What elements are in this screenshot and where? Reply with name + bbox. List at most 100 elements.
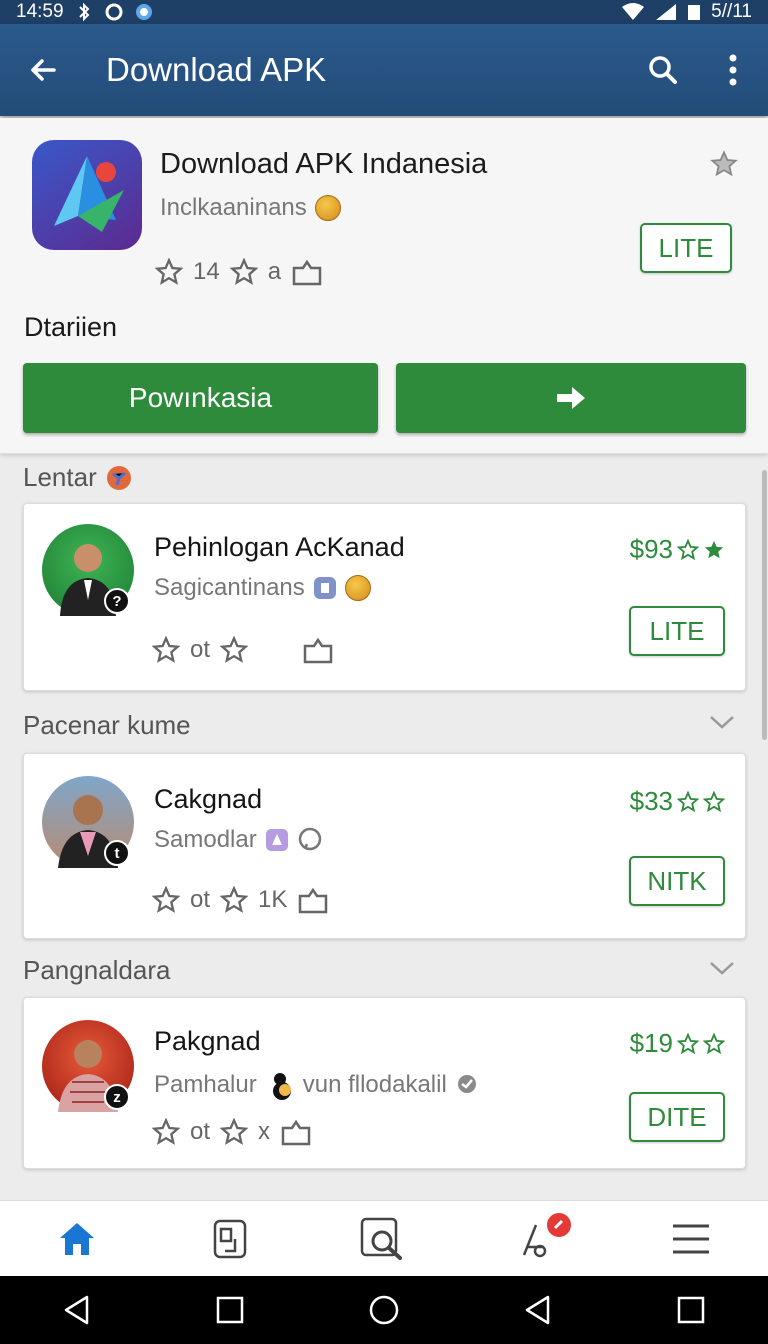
developer-name: Inclkaaninans — [160, 194, 307, 221]
app-bar: Download APK — [0, 24, 768, 116]
item-price: $93 — [630, 534, 725, 565]
wifi-icon — [622, 3, 645, 20]
app-badge-icon — [313, 577, 336, 599]
section-title: Pangnaldara — [23, 955, 171, 985]
star-outline-icon — [703, 1032, 725, 1054]
meta-a: ot — [190, 886, 211, 913]
rating-value: 14 — [193, 258, 220, 285]
system-back-button[interactable] — [0, 1276, 154, 1344]
share-icon — [281, 1119, 311, 1146]
star-filled-icon — [704, 540, 724, 558]
search-button[interactable] — [628, 24, 698, 116]
avatar: z — [42, 1020, 134, 1112]
price-value: $33 — [629, 786, 673, 816]
star-outline-icon — [229, 258, 258, 285]
status-right-text: 5//11 — [711, 1, 752, 22]
star-outline-icon — [155, 258, 183, 285]
avatar: t — [42, 776, 134, 868]
bluetooth-icon — [78, 2, 89, 22]
square-icon — [217, 1296, 244, 1324]
system-recents-button[interactable] — [154, 1276, 308, 1344]
back-triangle-icon — [525, 1295, 549, 1325]
back-arrow-icon — [31, 59, 56, 81]
search-icon — [649, 56, 677, 84]
scrollbar[interactable] — [762, 470, 767, 740]
open-button[interactable] — [396, 363, 746, 433]
item-tag[interactable]: LITE — [629, 606, 725, 656]
favorite-star-icon[interactable] — [710, 150, 738, 178]
list-item[interactable]: z Pakgnad Pamhalur vun fllodakalil $19 D… — [23, 997, 746, 1169]
search-doc-icon — [360, 1217, 402, 1260]
item-tag[interactable]: NITK — [629, 856, 725, 906]
item-name: Pakgnad — [154, 1026, 261, 1056]
page-title: Download APK — [106, 51, 327, 88]
verified-icon — [457, 1075, 476, 1093]
item-tag[interactable]: DITE — [629, 1092, 725, 1142]
home-icon — [59, 1222, 94, 1255]
list-item[interactable]: ? Pehinlogan AcKanad Sagicantinans $93 L… — [23, 503, 746, 691]
app-meta: 14 a — [155, 258, 323, 286]
system-home-button[interactable] — [307, 1276, 461, 1344]
item-developer: Samodlar — [154, 826, 323, 854]
developer-name: Pamhalur — [154, 1071, 257, 1098]
item-name: Cakgnad — [154, 784, 263, 814]
app-name: Download APK Indanesia — [160, 148, 488, 180]
nav-apps[interactable] — [154, 1201, 308, 1276]
profile-badge-icon — [272, 1073, 291, 1100]
nav-updates[interactable] — [461, 1201, 615, 1276]
nav-search[interactable] — [307, 1201, 461, 1276]
share-icon — [292, 259, 322, 286]
system-recents-button-2[interactable] — [614, 1276, 768, 1344]
item-meta: ot 1K — [152, 886, 329, 914]
more-vert-icon — [729, 54, 737, 86]
more-options-button[interactable] — [698, 24, 768, 116]
status-bar: 14:59 5//11 — [0, 0, 768, 24]
avatar-badge: ? — [104, 588, 130, 614]
chat-icon — [298, 827, 321, 851]
item-developer: Pamhalur vun fllodakalil — [154, 1070, 479, 1100]
developer-name: Sagicantinans — [154, 574, 305, 601]
section-title: Lentar — [23, 462, 97, 492]
system-back-button-2[interactable] — [461, 1276, 615, 1344]
back-triangle-icon — [64, 1295, 89, 1325]
star-outline-icon — [703, 790, 725, 812]
circle-icon — [369, 1295, 399, 1325]
developer-name: Samodlar — [154, 826, 257, 853]
apps-icon — [214, 1219, 247, 1258]
star-outline-icon — [220, 886, 249, 913]
star-outline-icon — [677, 538, 699, 560]
section-header: Pangnaldara — [23, 955, 170, 986]
section-title: Pacenar kume — [23, 710, 191, 740]
download-button[interactable]: Powınkasia — [23, 363, 378, 433]
chevron-down-icon[interactable] — [708, 712, 736, 732]
featured-app: Download APK Indanesia Inclkaaninans LIT… — [0, 118, 768, 454]
nav-home[interactable] — [0, 1201, 154, 1276]
meta-b: x — [258, 1118, 271, 1145]
nav-menu[interactable] — [614, 1201, 768, 1276]
star-outline-icon — [220, 636, 249, 663]
app-developer: Inclkaaninans — [160, 194, 341, 222]
app-logo — [32, 140, 142, 250]
sync-icon — [105, 3, 123, 21]
system-nav — [0, 1276, 768, 1344]
badge-icon — [106, 465, 131, 490]
menu-icon — [673, 1224, 710, 1253]
avatar: ? — [42, 524, 134, 616]
lite-tag[interactable]: LITE — [640, 223, 732, 273]
emoji-icon — [314, 195, 341, 221]
meta-b: 1K — [258, 886, 288, 913]
star-outline-icon — [677, 790, 699, 812]
item-name: Pehinlogan AcKanad — [154, 532, 405, 562]
star-outline-icon — [152, 886, 180, 913]
list-item[interactable]: t Cakgnad Samodlar $33 NITK ot 1K — [23, 753, 746, 939]
arrow-right-icon — [557, 387, 585, 409]
emoji-icon — [344, 575, 371, 601]
avatar-badge: z — [104, 1084, 130, 1110]
battery-icon — [688, 5, 701, 20]
star-outline-icon — [677, 1032, 699, 1054]
item-developer: Sagicantinans — [154, 574, 371, 602]
item-meta: ot x — [152, 1118, 312, 1146]
back-button[interactable] — [0, 24, 86, 116]
chevron-down-icon[interactable] — [708, 958, 736, 978]
item-meta: ot — [152, 636, 334, 664]
